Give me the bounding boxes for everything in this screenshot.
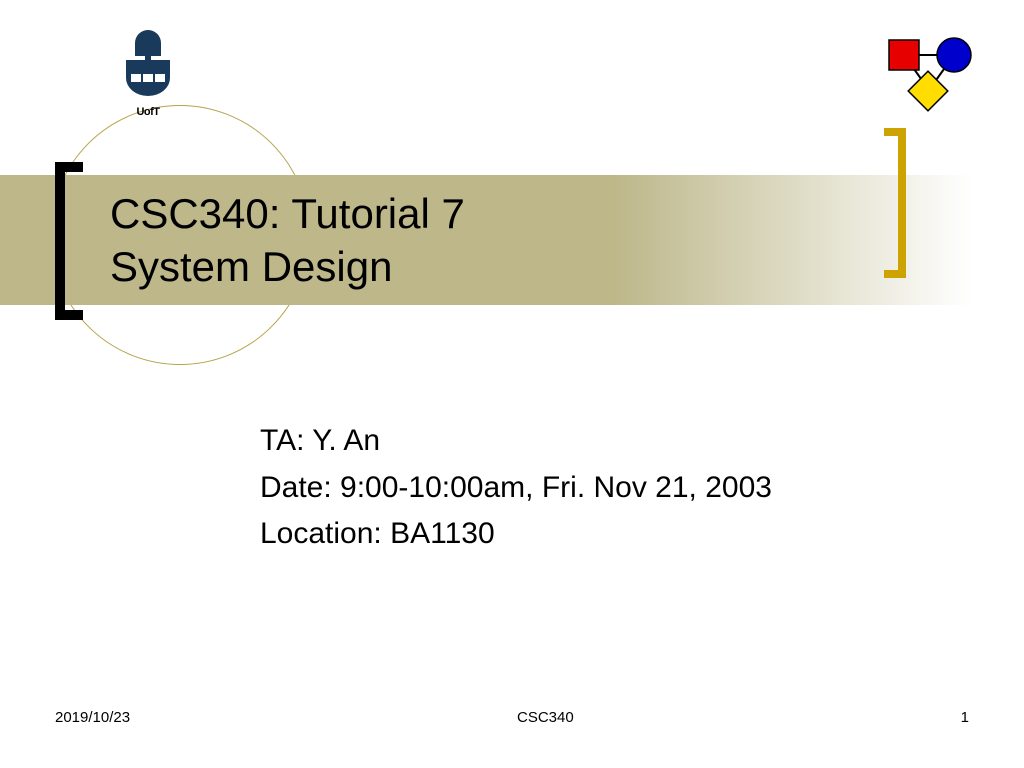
uoft-label: UofT <box>118 106 178 118</box>
uoft-crest-icon <box>123 30 173 100</box>
left-bracket-icon <box>55 162 83 320</box>
footer-page: 1 <box>961 709 969 726</box>
title-line-1: CSC340: Tutorial 7 <box>110 188 465 241</box>
slide-body: TA: Y. An Date: 9:00-10:00am, Fri. Nov 2… <box>260 418 880 558</box>
ta-line: TA: Y. An <box>260 418 880 465</box>
right-bracket-icon <box>884 128 906 278</box>
footer-center: CSC340 <box>517 709 574 726</box>
title-line-2: System Design <box>110 241 465 294</box>
slide-footer: 2019/10/23 CSC340 1 <box>55 709 969 726</box>
uoft-logo: UofT <box>118 30 178 118</box>
date-line: Date: 9:00-10:00am, Fri. Nov 21, 2003 <box>260 465 880 512</box>
footer-date: 2019/10/23 <box>55 709 130 726</box>
location-line: Location: BA1130 <box>260 511 880 558</box>
slide-title: CSC340: Tutorial 7 System Design <box>110 188 465 293</box>
shapes-logo-icon <box>884 35 974 120</box>
